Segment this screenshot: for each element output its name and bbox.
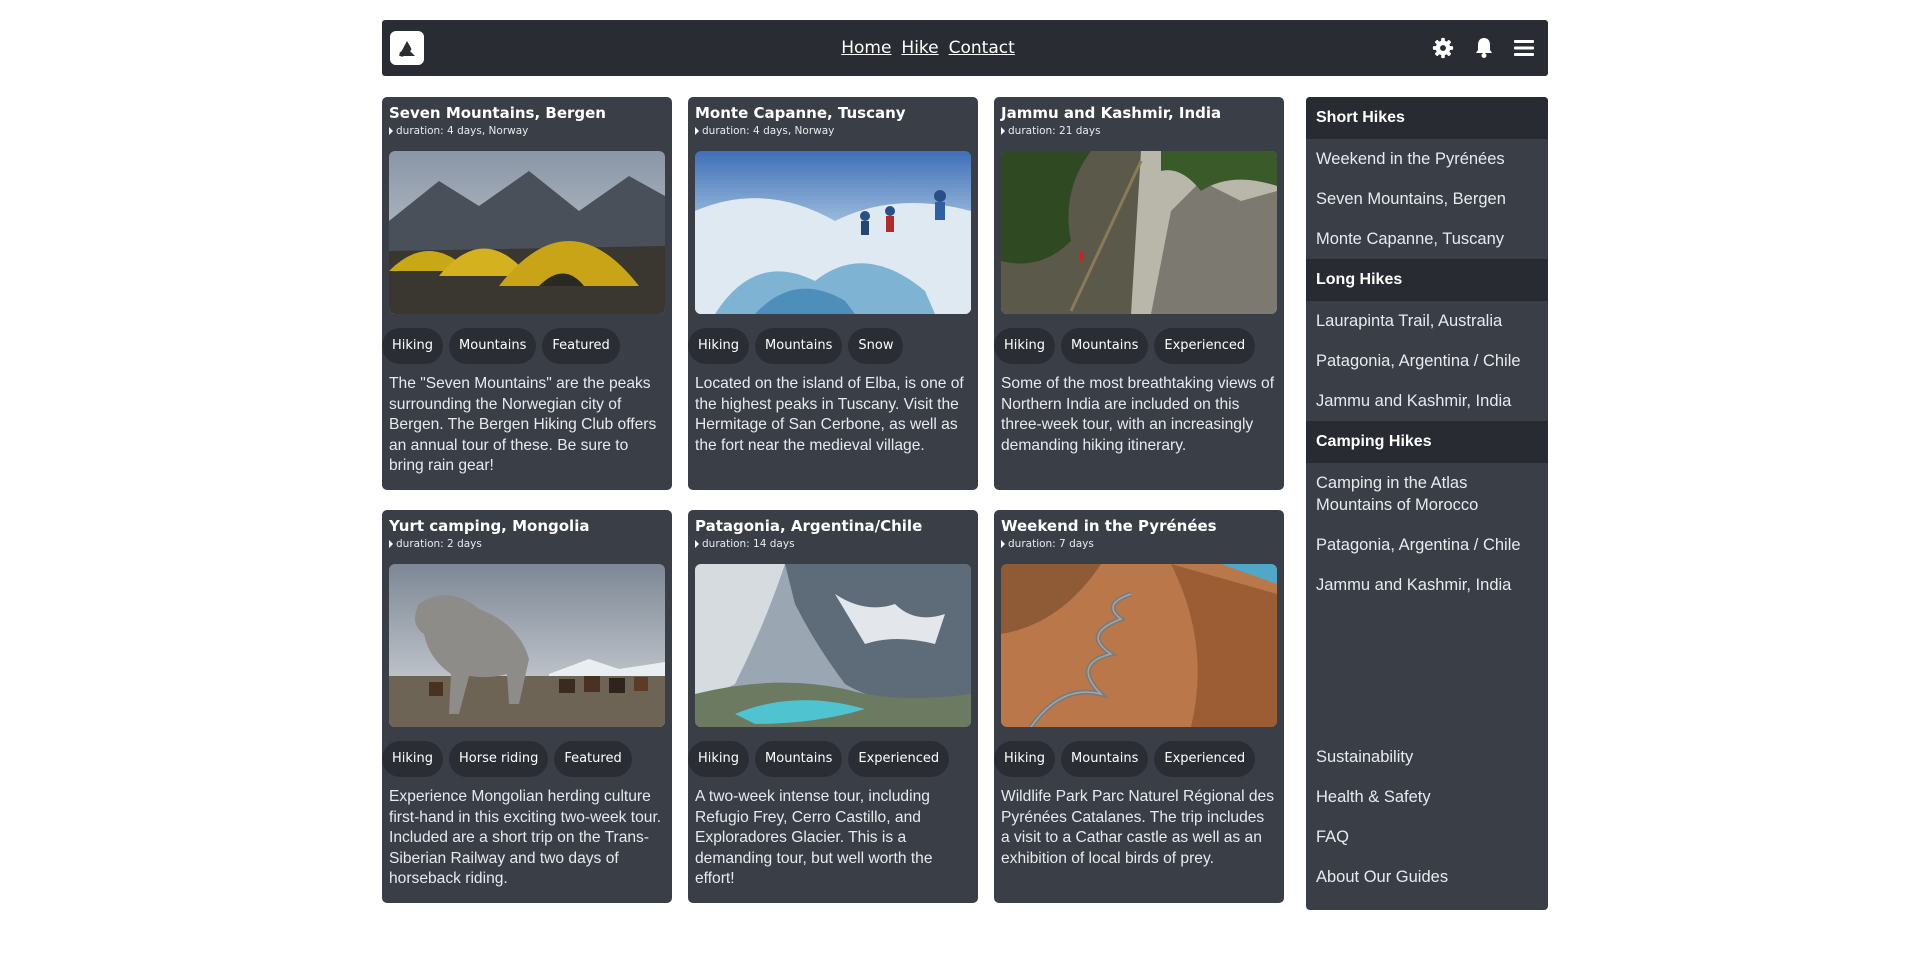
- sidebar-item[interactable]: Laurapinta Trail, Australia: [1306, 301, 1548, 341]
- card-image-cliffs: [1001, 151, 1277, 314]
- sidebar-footer-links: Sustainability Health & Safety FAQ About…: [1306, 737, 1548, 897]
- tag-chip[interactable]: Horse riding: [449, 741, 549, 777]
- gear-icon[interactable]: [1432, 37, 1454, 59]
- card-image-canyon-road: [1001, 564, 1277, 729]
- card-duration[interactable]: duration: 2 days: [389, 538, 665, 550]
- card-duration-text: duration: 2 days: [396, 538, 482, 550]
- tag-chip[interactable]: Experienced: [848, 741, 950, 777]
- card-image-horses: [389, 564, 665, 727]
- card-title: Yurt camping, Mongolia: [389, 517, 590, 535]
- tag-chip[interactable]: Experienced: [1154, 741, 1256, 777]
- card-duration[interactable]: duration: 4 days, Norway: [695, 125, 971, 137]
- hike-card[interactable]: Yurt camping, Mongolia duration: 2 days …: [382, 510, 672, 903]
- sidebar-link-about-guides[interactable]: About Our Guides: [1306, 857, 1548, 897]
- hike-card[interactable]: Seven Mountains, Bergen duration: 4 days…: [382, 97, 672, 490]
- sidebar-link-health-safety[interactable]: Health & Safety: [1306, 777, 1548, 817]
- card-duration-text: duration: 4 days, Norway: [396, 125, 529, 137]
- card-duration-text: duration: 14 days: [702, 538, 795, 550]
- tag-chip[interactable]: Hiking: [994, 328, 1056, 364]
- card-duration[interactable]: duration: 21 days: [1001, 125, 1277, 137]
- caret-right-icon: [389, 127, 393, 135]
- card-image-glacier: [695, 151, 971, 314]
- logo-icon: [399, 41, 415, 57]
- tag-chip[interactable]: Mountains: [449, 328, 537, 364]
- hike-card[interactable]: Jammu and Kashmir, India duration: 21 da…: [994, 97, 1284, 490]
- card-title: Patagonia, Argentina/Chile: [695, 517, 923, 535]
- sidebar-item[interactable]: Weekend in the Pyrénées: [1306, 139, 1548, 179]
- sidebar-item[interactable]: Jammu and Kashmir, India: [1306, 565, 1548, 605]
- tag-list: Hiking Horse riding Featured: [382, 741, 665, 777]
- card-description: A two-week intense tour, including Refug…: [695, 788, 933, 887]
- card-image-tents: [389, 151, 665, 314]
- logo[interactable]: [390, 31, 424, 65]
- card-title: Jammu and Kashmir, India: [1001, 104, 1222, 122]
- card-image-valley-lake: [695, 564, 971, 727]
- card-duration-text: duration: 21 days: [1008, 125, 1101, 137]
- caret-right-icon: [695, 127, 699, 135]
- top-navbar: Home Hike Contact: [382, 20, 1548, 76]
- tag-chip[interactable]: Hiking: [688, 328, 750, 364]
- card-title: Seven Mountains, Bergen: [389, 104, 606, 122]
- sidebar-item[interactable]: Camping in the Atlas Mountains of Morocc…: [1306, 463, 1548, 525]
- sidebar-heading-short-hikes: Short Hikes: [1306, 97, 1548, 139]
- card-duration[interactable]: duration: 7 days: [1001, 538, 1277, 550]
- page: Home Hike Contact Seven Mountains, Berge…: [382, 20, 1548, 910]
- card-duration-text: duration: 4 days, Norway: [702, 125, 835, 137]
- tag-list: Hiking Mountains Experienced: [994, 741, 1277, 777]
- tag-chip[interactable]: Mountains: [755, 328, 843, 364]
- tag-chip[interactable]: Hiking: [382, 328, 444, 364]
- nav-icon-group: [1432, 37, 1540, 59]
- hike-card[interactable]: Monte Capanne, Tuscany duration: 4 days,…: [688, 97, 978, 490]
- sidebar-item[interactable]: Patagonia, Argentina / Chile: [1306, 341, 1548, 381]
- caret-right-icon: [1001, 127, 1005, 135]
- hike-card[interactable]: Weekend in the Pyrénées duration: 7 days…: [994, 510, 1284, 903]
- main-content: Seven Mountains, Bergen duration: 4 days…: [382, 97, 1548, 910]
- tag-chip[interactable]: Hiking: [688, 741, 750, 777]
- tag-chip[interactable]: Hiking: [382, 741, 444, 777]
- tag-list: Hiking Mountains Experienced: [688, 741, 971, 777]
- caret-right-icon: [1001, 540, 1005, 548]
- sidebar-item[interactable]: Seven Mountains, Bergen: [1306, 179, 1548, 219]
- sidebar-item[interactable]: Jammu and Kashmir, India: [1306, 381, 1548, 421]
- sidebar: Short Hikes Weekend in the Pyrénées Seve…: [1306, 97, 1548, 910]
- tag-chip[interactable]: Mountains: [1061, 741, 1149, 777]
- sidebar-link-sustainability[interactable]: Sustainability: [1306, 737, 1548, 777]
- caret-right-icon: [695, 540, 699, 548]
- tag-list: Hiking Mountains Snow: [688, 328, 971, 364]
- sidebar-heading-camping-hikes: Camping Hikes: [1306, 421, 1548, 463]
- nav-link-contact[interactable]: Contact: [949, 38, 1015, 58]
- card-description: Located on the island of Elba, is one of…: [695, 375, 964, 454]
- sidebar-link-faq[interactable]: FAQ: [1306, 817, 1548, 857]
- sidebar-heading-long-hikes: Long Hikes: [1306, 259, 1548, 301]
- sidebar-item[interactable]: Patagonia, Argentina / Chile: [1306, 525, 1548, 565]
- caret-right-icon: [389, 540, 393, 548]
- tag-chip[interactable]: Mountains: [755, 741, 843, 777]
- card-description: Some of the most breathtaking views of N…: [1001, 375, 1275, 454]
- tag-list: Hiking Mountains Featured: [382, 328, 665, 364]
- tag-chip[interactable]: Featured: [554, 741, 632, 777]
- card-description: The "Seven Mountains" are the peaks surr…: [389, 375, 657, 474]
- hike-card[interactable]: Patagonia, Argentina/Chile duration: 14 …: [688, 510, 978, 903]
- card-duration-text: duration: 7 days: [1008, 538, 1094, 550]
- main-nav: Home Hike Contact: [841, 38, 1015, 58]
- bell-icon[interactable]: [1474, 37, 1494, 59]
- card-title: Monte Capanne, Tuscany: [695, 104, 906, 122]
- hike-card-grid: Seven Mountains, Bergen duration: 4 days…: [382, 97, 1306, 903]
- sidebar-item[interactable]: Monte Capanne, Tuscany: [1306, 219, 1548, 259]
- tag-chip[interactable]: Featured: [542, 328, 620, 364]
- card-duration[interactable]: duration: 14 days: [695, 538, 971, 550]
- tag-chip[interactable]: Mountains: [1061, 328, 1149, 364]
- card-duration[interactable]: duration: 4 days, Norway: [389, 125, 665, 137]
- tag-list: Hiking Mountains Experienced: [994, 328, 1277, 364]
- tag-chip[interactable]: Hiking: [994, 741, 1056, 777]
- nav-link-hike[interactable]: Hike: [901, 38, 938, 58]
- card-description: Wildlife Park Parc Naturel Régional des …: [1001, 788, 1275, 867]
- tag-chip[interactable]: Snow: [848, 328, 904, 364]
- card-description: Experience Mongolian herding culture fir…: [389, 788, 662, 887]
- tag-chip[interactable]: Experienced: [1154, 328, 1256, 364]
- nav-link-home[interactable]: Home: [841, 38, 891, 58]
- card-title: Weekend in the Pyrénées: [1001, 517, 1217, 535]
- hamburger-menu-icon[interactable]: [1514, 39, 1534, 57]
